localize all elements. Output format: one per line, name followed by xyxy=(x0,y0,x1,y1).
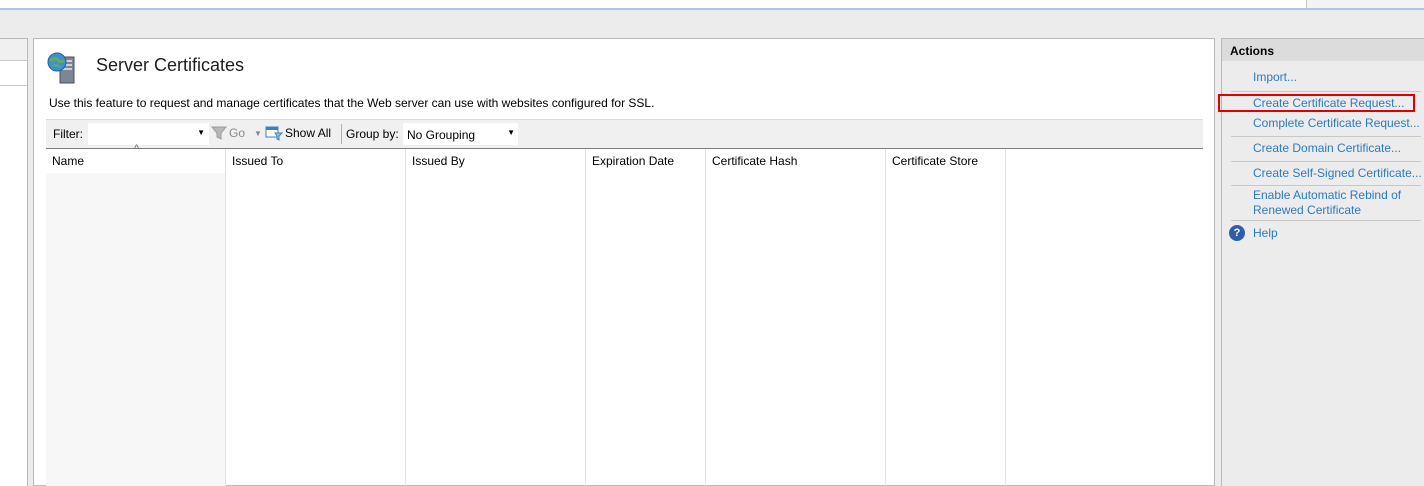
window-top-strip xyxy=(0,0,1424,10)
column-issued-to[interactable]: Issued To xyxy=(226,149,406,486)
column-header-certificate-store[interactable]: Certificate Store xyxy=(892,154,978,168)
sort-ascending-icon: ^ xyxy=(134,143,140,155)
actions-divider xyxy=(1231,136,1421,137)
actions-divider xyxy=(1231,185,1421,186)
column-expiration-date[interactable]: Expiration Date xyxy=(586,149,706,486)
funnel-icon xyxy=(211,126,227,140)
column-header-name[interactable]: Name xyxy=(52,154,84,168)
show-all-button[interactable]: Show All xyxy=(265,125,331,141)
certificates-table: ^ Name Issued To Issued By Expiration Da… xyxy=(46,143,1203,486)
column-header-issued-to[interactable]: Issued To xyxy=(232,154,283,168)
toolbar-separator xyxy=(341,124,342,144)
actions-divider xyxy=(1231,220,1421,221)
show-all-label: Show All xyxy=(285,126,332,140)
group-by-select[interactable]: No Grouping ▼ xyxy=(403,123,518,145)
column-header-expiration-date[interactable]: Expiration Date xyxy=(592,154,674,168)
actions-divider xyxy=(1231,161,1421,162)
column-header-certificate-hash[interactable]: Certificate Hash xyxy=(712,154,797,168)
column-certificate-hash[interactable]: Certificate Hash xyxy=(706,149,886,486)
action-complete-certificate-request[interactable]: Complete Certificate Request... xyxy=(1253,116,1420,130)
connections-pane-header xyxy=(0,39,27,61)
go-dropdown-icon[interactable]: ▼ xyxy=(254,129,262,138)
action-create-self-signed-certificate[interactable]: Create Self-Signed Certificate... xyxy=(1253,166,1422,180)
chevron-down-icon[interactable]: ▼ xyxy=(507,128,515,137)
chevron-down-icon[interactable]: ▼ xyxy=(197,128,205,137)
go-button[interactable]: Go xyxy=(211,126,245,140)
page-description: Use this feature to request and manage c… xyxy=(49,96,655,110)
page-title: Server Certificates xyxy=(96,55,245,75)
help-icon[interactable]: ? xyxy=(1229,225,1245,241)
show-all-icon xyxy=(265,126,283,141)
action-create-certificate-request[interactable]: Create Certificate Request... xyxy=(1253,96,1404,110)
column-issued-by[interactable]: Issued By xyxy=(406,149,586,486)
filter-label: Filter: xyxy=(53,127,83,141)
column-name[interactable]: ^ Name xyxy=(46,143,226,486)
action-enable-automatic-rebind[interactable]: Enable Automatic Rebind of xyxy=(1253,188,1401,202)
action-create-domain-certificate[interactable]: Create Domain Certificate... xyxy=(1253,141,1401,155)
actions-divider xyxy=(1231,91,1421,92)
server-certificate-icon xyxy=(47,52,75,84)
group-by-value: No Grouping xyxy=(407,128,476,142)
group-by-label: Group by: xyxy=(346,127,399,141)
filter-input[interactable]: ▼ xyxy=(88,123,209,145)
action-import[interactable]: Import... xyxy=(1253,70,1297,84)
filter-bar: Filter: ▼ Go ▼ Show All Group by: No Gro… xyxy=(46,119,1203,148)
action-help[interactable]: Help xyxy=(1253,226,1278,240)
connections-pane-toolbar xyxy=(0,61,27,86)
column-certificate-store[interactable]: Certificate Store xyxy=(886,149,1006,486)
column-header-issued-by[interactable]: Issued By xyxy=(412,154,465,168)
actions-title: Actions xyxy=(1222,39,1424,61)
go-label: Go xyxy=(229,126,246,140)
window-controls-area xyxy=(1306,0,1424,8)
action-enable-automatic-rebind-line2[interactable]: Renewed Certificate xyxy=(1253,203,1361,217)
actions-pane: Actions Import... Create Certificate Req… xyxy=(1218,38,1424,486)
feature-panel: Server Certificates Use this feature to … xyxy=(33,38,1215,486)
toolbar-strip xyxy=(0,10,1424,37)
connections-pane xyxy=(0,38,28,486)
